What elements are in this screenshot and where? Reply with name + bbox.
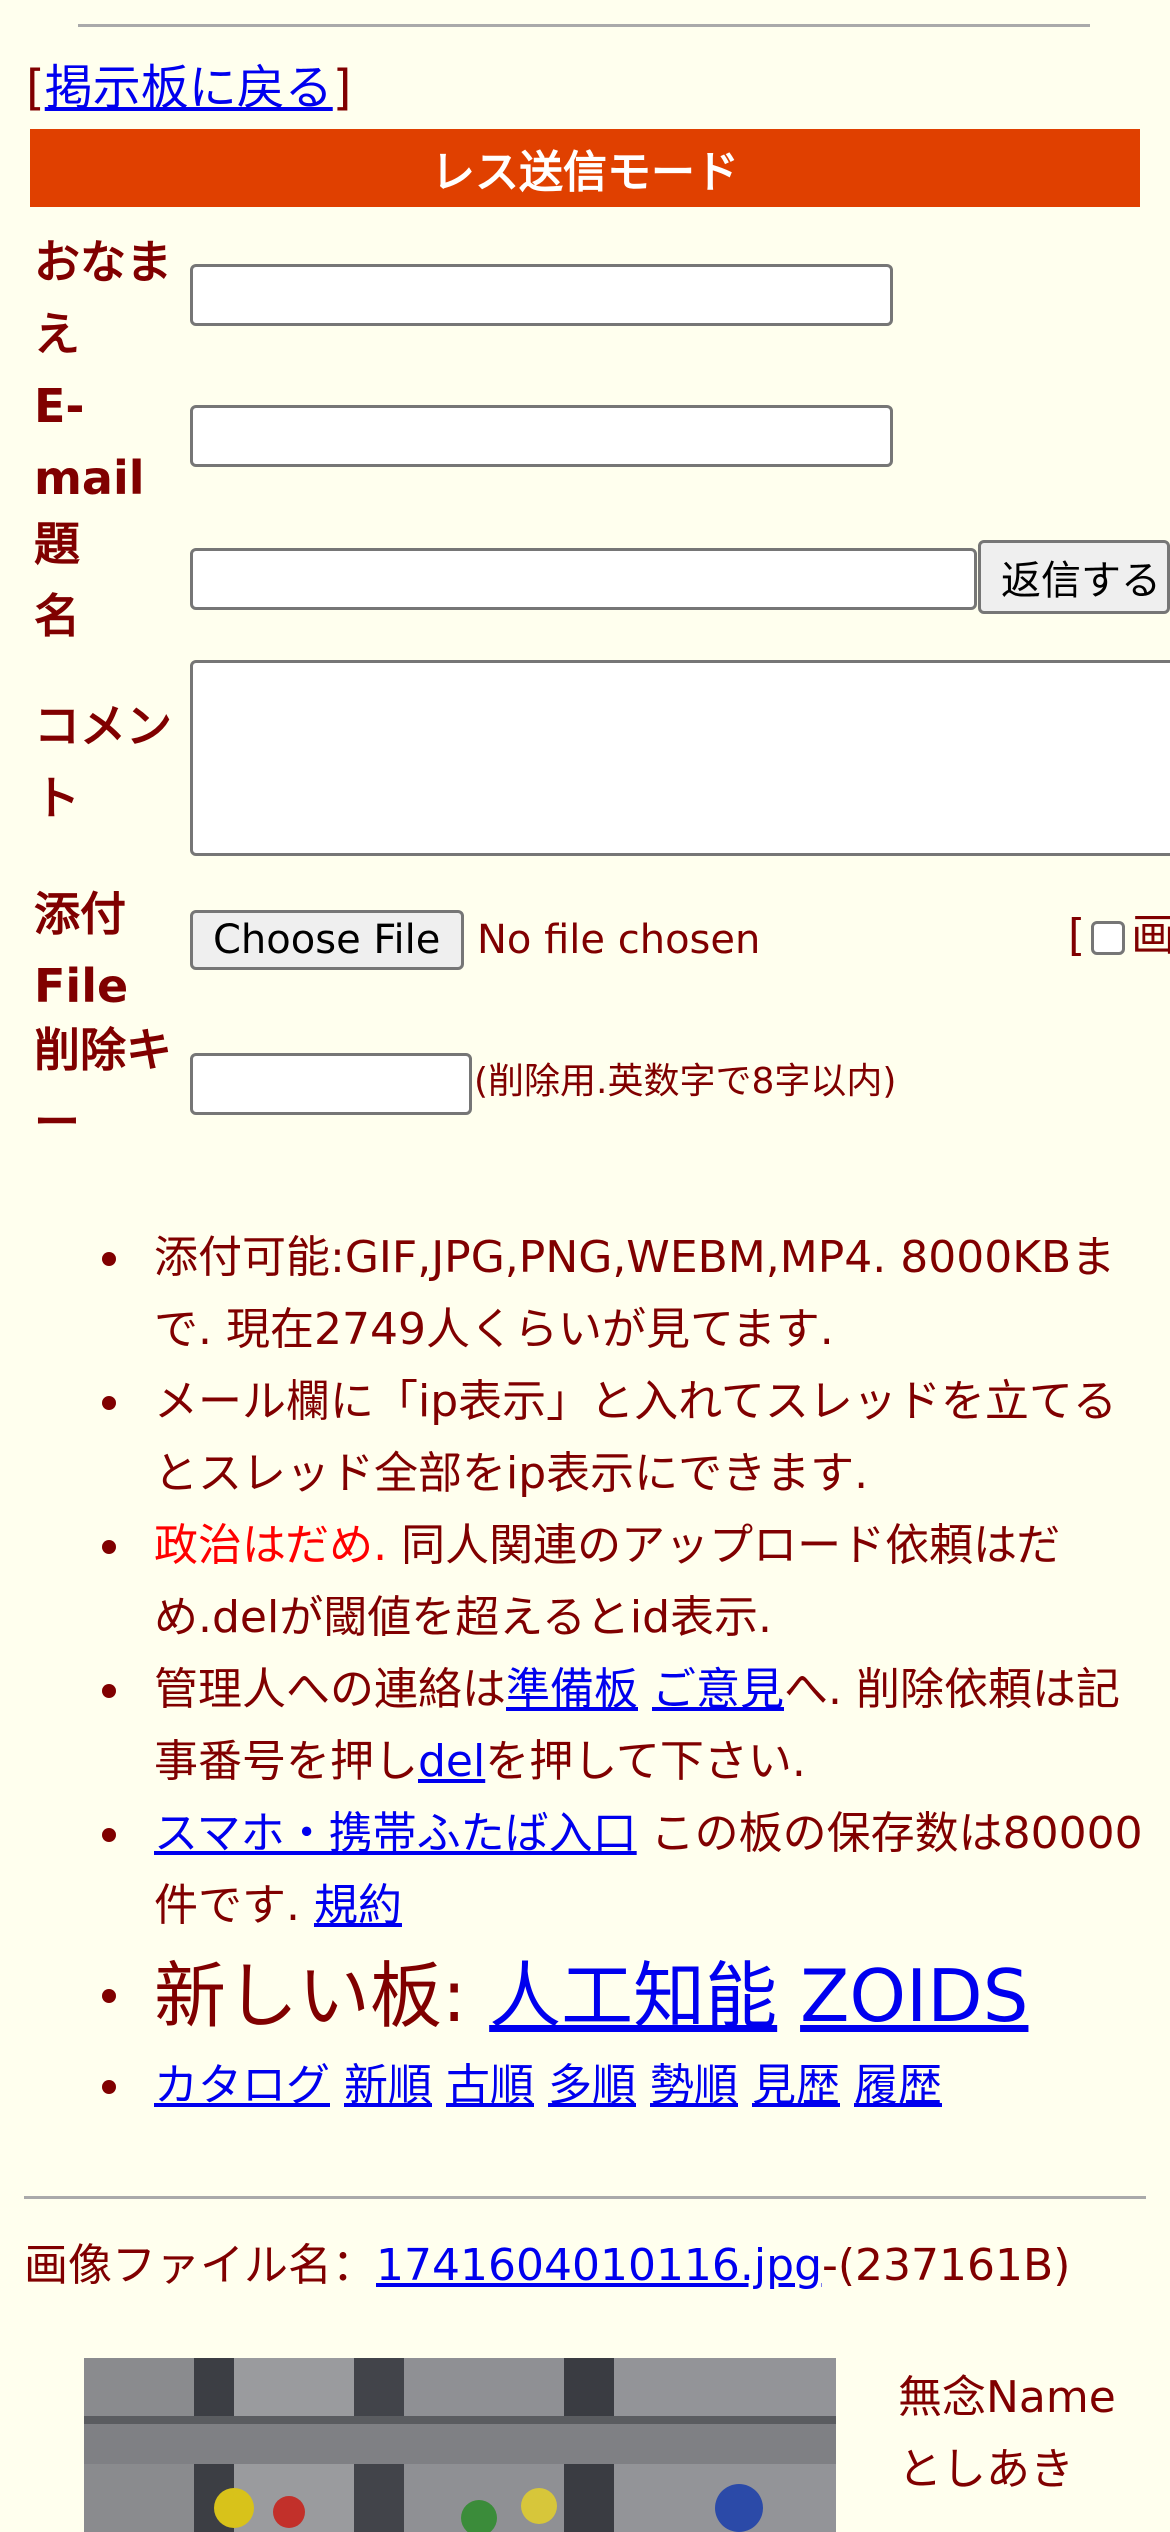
bracket-close: ] [332,60,352,116]
delete-key-hint: (削除用.英数字で8字以内) [474,1061,897,1102]
reply-mode-header: レス送信モード [30,129,1140,207]
mid-divider [24,2196,1146,2199]
history-link[interactable]: 履歴 [854,2060,942,2111]
rule-mobile: スマホ・携帯ふたば入口 この板の保存数は80000件です. 規約 [90,1798,1150,1942]
attach-label: 添付File [34,887,129,1013]
attach-option-checkbox[interactable] [1091,921,1126,955]
new-board-ai-link[interactable]: 人工知能 [489,1954,777,2038]
mobile-entrance-link[interactable]: スマホ・携帯ふたば入口 [154,1808,637,1859]
email-label: E-mail [34,379,145,505]
rule-contact: 管理人への連絡は準備板 ご意見へ. 削除依頼は記事番号を押しdelを押して下さい… [90,1654,1150,1798]
feedback-link[interactable]: ご意見 [652,1664,784,1715]
top-divider [78,24,1090,27]
back-to-board: [掲示板に戻る] [26,58,351,118]
choose-file-button[interactable]: Choose File [190,910,464,970]
image-file-info: 画像ファイル名：1741604010116.jpg-(237161B) [24,2236,1144,2296]
sort-old-link[interactable]: 古順 [446,2060,534,2111]
del-link[interactable]: del [418,1736,485,1787]
image-file-link[interactable]: 1741604010116.jpg [376,2240,822,2291]
rule-politics-warning: 政治はだめ. [154,1520,388,1571]
back-to-board-link[interactable]: 掲示板に戻る [45,60,333,116]
delete-key-label: 削除キー [34,1023,172,1149]
terms-link[interactable]: 規約 [314,1880,402,1931]
email-input[interactable] [190,405,893,467]
new-boards-label: 新しい板: [154,1954,490,2038]
comment-label: コメント [34,699,172,825]
file-size: -(237161B) [822,2240,1071,2291]
poster-name-line-2: としあき [898,2444,1074,2495]
sort-momentum-link[interactable]: 勢順 [650,2060,738,2111]
new-board-zoids-link[interactable]: ZOIDS [800,1954,1028,2038]
bracket-open: [ [26,60,45,116]
page: [掲示板に戻る] レス送信モード おなまえ E-mail 題名 返信する コメン… [0,0,1170,2532]
name-label: おなまえ [34,235,172,361]
rule-contact-text-3: を押して下さい. [485,1736,806,1787]
subject-label: 題名 [34,517,80,643]
thumbnail-photo [84,2358,836,2532]
rule-ip-text: メール欄に「ip表示」と入れてスレッドを立てるとスレッド全部をip表示にできます… [154,1376,1117,1499]
poster-name: 無念Name としあき [898,2362,1116,2506]
board-rules-list: 添付可能:GIF,JPG,PNG,WEBM,MP4. 8000KBまで. 現在2… [90,1222,1150,2122]
rule-contact-text: 管理人への連絡は [154,1664,506,1715]
rule-attach-text: 添付可能:GIF,JPG,PNG,WEBM,MP4. 8000KBまで. 現在2… [154,1232,1116,1355]
sort-most-link[interactable]: 多順 [548,2060,636,2111]
name-input[interactable] [190,264,893,326]
subject-input[interactable] [190,548,977,610]
attach-option: [画 [1068,906,1170,966]
poster-name-line-1: 無念Name [898,2372,1116,2423]
rule-politics: 政治はだめ. 同人関連のアップロード依頼はだめ.delが閾値を超えるとid表示. [90,1510,1150,1654]
rule-ip: メール欄に「ip表示」と入れてスレッドを立てるとスレッド全部をip表示にできます… [90,1366,1150,1510]
catalog-link[interactable]: カタログ [154,2060,330,2111]
comment-textarea[interactable] [190,660,1170,856]
post-thumbnail-image[interactable] [84,2358,836,2532]
rule-attach: 添付可能:GIF,JPG,PNG,WEBM,MP4. 8000KBまで. 現在2… [90,1222,1150,1366]
prep-board-link[interactable]: 準備板 [506,1664,638,1715]
attach-option-bracket: [ [1068,910,1086,961]
sort-new-link[interactable]: 新順 [344,2060,432,2111]
rule-new-boards: 新しい板: 人工知能 ZOIDS [90,1942,1150,2050]
sort-links: カタログ 新順 古順 多順 勢順 見歴 履歴 [90,2050,1150,2122]
no-file-text: No file chosen [477,917,761,963]
attach-option-text: 画 [1131,910,1170,961]
file-prefix: 画像ファイル名： [24,2240,376,2291]
viewed-history-link[interactable]: 見歴 [752,2060,840,2111]
delete-key-input[interactable] [190,1053,472,1115]
submit-reply-button[interactable]: 返信する [978,540,1170,614]
